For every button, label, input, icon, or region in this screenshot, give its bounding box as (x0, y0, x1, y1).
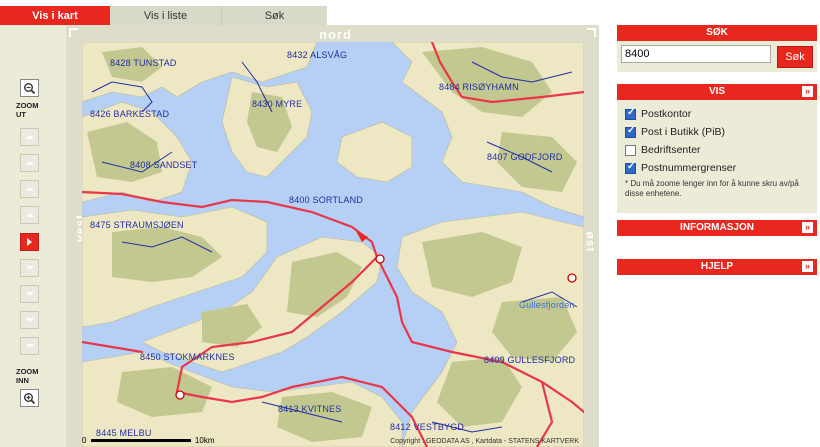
vis-options: Postkontor Post i Butikk (PiB) Bedriftse… (617, 100, 817, 213)
option-post-i-butikk[interactable]: Post i Butikk (PiB) (625, 123, 809, 141)
view-tabs: Vis i kart Vis i liste Søk (0, 6, 327, 25)
zoom-panel: ZOOM UT ZOOM INN (0, 25, 66, 447)
checkbox-bedriftsenter[interactable] (625, 144, 636, 156)
search-box: Søk (617, 41, 817, 72)
option-label: Bedriftsenter (641, 144, 701, 156)
tab-search[interactable]: Søk (222, 6, 327, 25)
zoom-level-9[interactable] (20, 337, 39, 355)
place-label[interactable]: 8407 GODFJORD (487, 152, 563, 162)
option-postnummergrenser[interactable]: Postnummergrenser (625, 159, 809, 177)
zoom-level-3[interactable] (20, 180, 39, 198)
zoom-out-button[interactable] (20, 79, 39, 97)
arrow-right-icon (27, 238, 32, 246)
search-panel: SØK Søk (617, 25, 817, 72)
scale-start: 0 (82, 436, 87, 445)
vis-header-label: VIS (708, 86, 726, 97)
tab-list[interactable]: Vis i liste (110, 6, 222, 25)
place-label[interactable]: 8412 VESTBYGD (390, 422, 464, 432)
vis-header[interactable]: VIS » (617, 84, 817, 100)
place-label[interactable]: 8413 KVITNES (278, 404, 341, 414)
place-label[interactable]: 8484 RISØYHAMN (439, 82, 519, 92)
zoom-level-4[interactable] (20, 206, 39, 224)
info-header[interactable]: INFORMASJON » (617, 220, 817, 236)
place-label[interactable]: 8409 GULLESFJORD (484, 355, 575, 365)
help-header-label: HJELP (700, 261, 734, 272)
place-label[interactable]: 8400 SORTLAND (289, 195, 363, 205)
scale-end: 10km (194, 436, 215, 445)
pan-northwest-button[interactable] (69, 28, 78, 37)
search-button[interactable]: Søk (777, 46, 813, 68)
zoom-level-7[interactable] (20, 285, 39, 303)
arrow-down-icon (25, 318, 34, 322)
place-label[interactable]: 8428 TUNSTAD (110, 58, 177, 68)
checkbox-post-i-butikk[interactable] (625, 125, 636, 138)
search-input[interactable] (621, 45, 771, 63)
arrow-up-icon (25, 135, 34, 139)
option-label: Postnummergrenser (641, 162, 737, 174)
arrow-down-icon (25, 266, 34, 270)
map-frame: nord vest øst 8428 TUNSTAD 8432 ALSVÅG 8… (66, 25, 599, 447)
pan-east-button[interactable]: øst (584, 232, 598, 253)
pan-northeast-button[interactable] (587, 28, 596, 37)
zoom-out-label: ZOOM UT (16, 101, 39, 119)
zoom-in-icon (24, 392, 36, 404)
zoom-level-8[interactable] (20, 311, 39, 329)
place-label[interactable]: 8408 SANDSET (130, 160, 197, 170)
zoom-level-1[interactable] (20, 128, 39, 146)
place-label[interactable]: 8450 STOKMARKNES (140, 352, 235, 362)
tab-map[interactable]: Vis i kart (0, 6, 110, 25)
info-header-label: INFORMASJON (680, 222, 754, 233)
arrow-up-icon (25, 213, 34, 217)
expand-icon[interactable]: » (802, 222, 813, 233)
zoom-note: * Du må zoome lenger inn for å kunne skr… (625, 179, 799, 198)
zoom-in-button[interactable] (20, 389, 39, 407)
scale-line (90, 439, 191, 443)
zoom-level-2[interactable] (20, 154, 39, 172)
place-label[interactable]: 8432 ALSVÅG (287, 50, 347, 60)
option-label: Postkontor (641, 108, 692, 120)
zoom-in-label: ZOOM INN (16, 367, 39, 385)
vis-panel: VIS » Postkontor Post i Butikk (PiB) Bed… (617, 84, 817, 213)
map-copyright: Copyright : GEODATA AS , Kartdata - STAT… (390, 438, 579, 445)
checkbox-postkontor[interactable] (625, 107, 636, 120)
scale-bar: 0 10km (82, 436, 214, 445)
arrow-up-icon (25, 161, 34, 165)
arrow-down-icon (25, 344, 34, 348)
zoom-level-6[interactable] (20, 259, 39, 277)
zoom-out-icon (24, 82, 36, 94)
zoom-level-current[interactable] (20, 233, 39, 251)
place-label[interactable]: 8430 MYRE (252, 99, 302, 109)
app-root: Vis i kart Vis i liste Søk ZOOM UT ZOOM … (0, 0, 820, 447)
option-bedriftsenter[interactable]: Bedriftsenter (625, 141, 809, 159)
collapse-icon[interactable]: » (802, 86, 813, 97)
place-label[interactable]: 8475 STRAUMSJØEN (90, 220, 184, 230)
pan-north-button[interactable]: nord (319, 27, 352, 42)
expand-icon[interactable]: » (802, 261, 813, 272)
checkbox-postnummergrenser[interactable] (625, 161, 636, 174)
help-header[interactable]: HJELP » (617, 259, 817, 275)
search-header: SØK (617, 25, 817, 41)
info-panel: INFORMASJON » (617, 220, 817, 236)
map-graphic (82, 42, 584, 447)
option-postkontor[interactable]: Postkontor (625, 105, 809, 123)
arrow-down-icon (25, 292, 34, 296)
arrow-up-icon (25, 187, 34, 191)
water-label: Gullesfjorden (519, 300, 575, 310)
option-label: Post i Butikk (PiB) (641, 126, 726, 138)
help-panel: HJELP » (617, 259, 817, 275)
map-canvas[interactable]: 8428 TUNSTAD 8432 ALSVÅG 8484 RISØYHAMN … (82, 42, 584, 447)
place-label[interactable]: 8426 BARKESTAD (90, 109, 169, 119)
